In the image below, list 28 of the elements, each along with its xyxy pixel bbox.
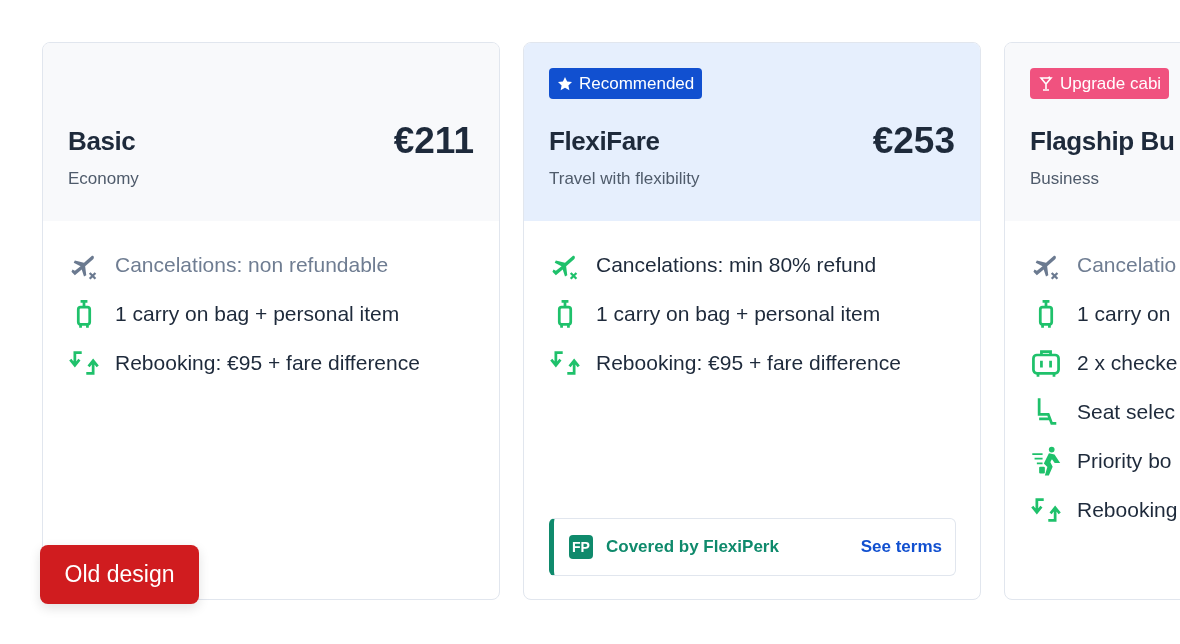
fare-class: Travel with flexibility (549, 169, 701, 189)
fare-badge: Upgrade cabi (1030, 68, 1170, 99)
feature-text: Cancelatio (1077, 253, 1177, 277)
cocktail-glass-icon (1038, 75, 1054, 92)
fare-class: Business (1030, 169, 1100, 189)
fare-price: €253 (872, 120, 955, 162)
feature-text: 1 carry on bag + personal item (596, 302, 881, 326)
fare-price: €211 (393, 120, 474, 162)
fare-title: Flagship Bu (1030, 125, 1175, 157)
star-icon (557, 75, 573, 92)
feature-text: Rebooking (1077, 498, 1178, 522)
perk-text: Covered by FlexiPerk (606, 537, 780, 557)
fare-class: Economy (68, 169, 140, 189)
feature-text: Rebooking: €95 + fare difference (596, 351, 901, 375)
feature-text: 1 carry on bag + personal item (115, 302, 400, 326)
perk-logo: FP (569, 535, 593, 559)
feature-text: 2 x checke (1077, 351, 1178, 375)
fare-badge: Recommended (549, 68, 703, 99)
old-design-button[interactable]: Old design (40, 545, 199, 604)
feature-text: Cancelations: min 80% refund (596, 253, 877, 277)
see-terms-link[interactable]: See terms (860, 537, 942, 557)
feature-text: 1 carry on (1077, 302, 1171, 326)
feature-text: Rebooking: €95 + fare difference (115, 351, 420, 375)
feature-text: Priority bo (1077, 449, 1172, 473)
fare-title: Basic (68, 125, 136, 157)
feature-text: Seat selec (1077, 400, 1176, 424)
feature-text: Cancelations: non refundable (115, 253, 389, 277)
fare-title: FlexiFare (549, 125, 660, 157)
